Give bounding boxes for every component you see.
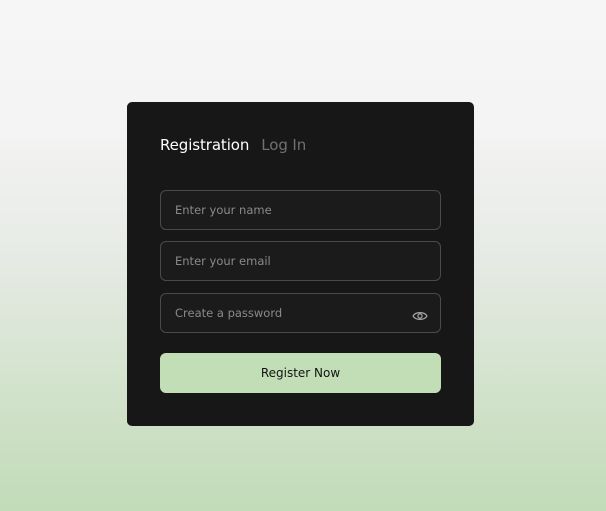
email-field-container	[160, 241, 441, 281]
tab-registration[interactable]: Registration	[160, 136, 249, 154]
register-now-button[interactable]: Register Now	[160, 353, 441, 393]
auth-tabs: Registration Log In	[160, 136, 306, 154]
eye-icon[interactable]	[412, 307, 428, 320]
email-input[interactable]	[161, 242, 440, 280]
name-field-container	[160, 190, 441, 230]
registration-card: Registration Log In Register Now	[127, 102, 474, 426]
name-input[interactable]	[161, 191, 440, 229]
password-field-container	[160, 293, 441, 333]
tab-login[interactable]: Log In	[261, 136, 306, 154]
password-input[interactable]	[161, 294, 440, 332]
